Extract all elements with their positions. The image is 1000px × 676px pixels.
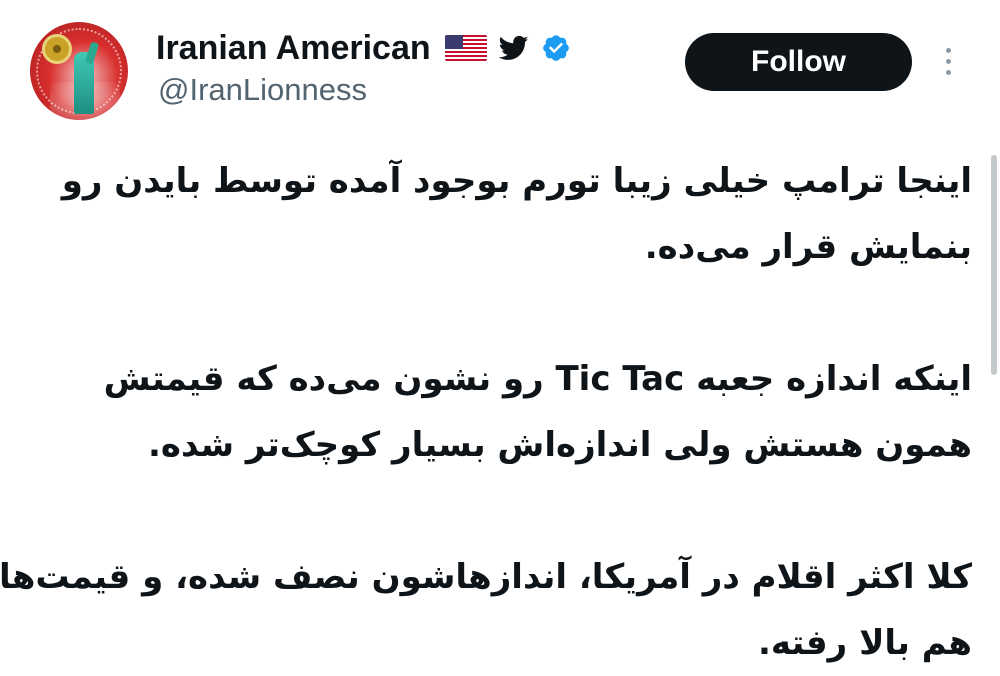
tweet-line: اینکه اندازه جعبه Tic Tac رو نشون می‌ده …	[103, 359, 972, 399]
flag-canton	[444, 35, 463, 49]
scrollbar[interactable]	[991, 155, 997, 375]
author-name-row: Iranian American	[156, 26, 571, 70]
tweet-card: Iranian American @IranLionness Follow ای…	[0, 0, 1000, 669]
tweet-line: کلا اکثر اقلام در آمریکا، اندازهاشون نصف…	[0, 557, 972, 597]
more-dot	[946, 48, 951, 53]
author-handle[interactable]: @IranLionness	[158, 72, 367, 108]
tweet-line: هم بالا رفته.	[757, 623, 972, 663]
us-flag-icon	[444, 35, 487, 61]
author-display-name[interactable]: Iranian American	[156, 29, 431, 68]
verified-badge-icon	[542, 35, 569, 61]
avatar[interactable]	[30, 22, 128, 120]
more-dot	[946, 59, 951, 64]
twitter-bird-icon	[498, 35, 529, 60]
tweet-line: همون هستش ولی اندازه‌اش بسیار کوچک‌تر شد…	[147, 425, 972, 465]
follow-button[interactable]: Follow	[685, 33, 912, 91]
avatar-badge-icon	[42, 34, 72, 64]
tweet-line: اینجا ترامپ خیلی زیبا تورم بوجود آمده تو…	[61, 161, 972, 201]
more-dot	[946, 70, 951, 75]
tweet-line: بنمایش قرار می‌ده.	[644, 227, 972, 267]
more-vertical-icon[interactable]	[941, 44, 957, 80]
tweet-text: اینجا ترامپ خیلی زیبا تورم بوجود آمده تو…	[0, 148, 972, 676]
